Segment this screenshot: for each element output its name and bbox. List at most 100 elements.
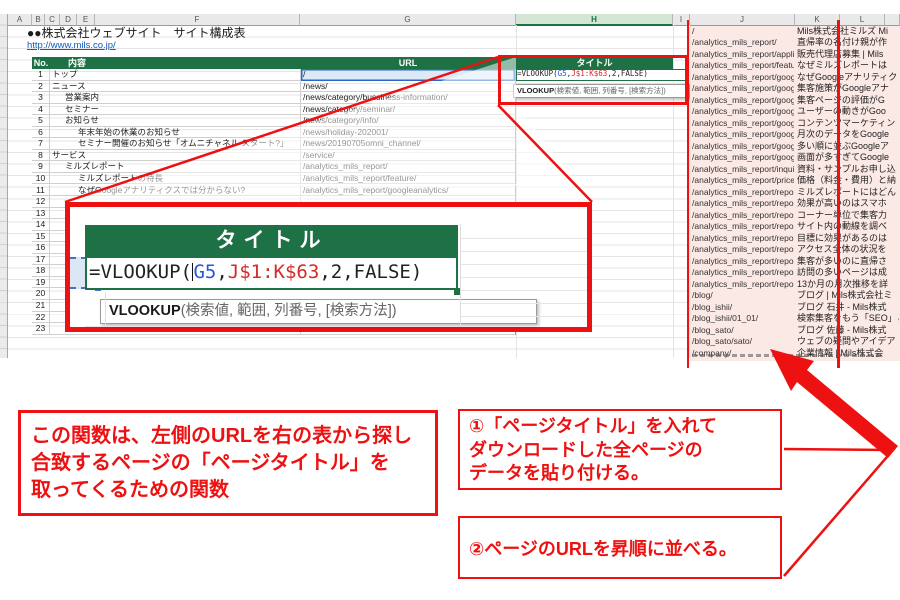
cell-no[interactable]: 18 xyxy=(32,265,50,277)
cell-content[interactable]: トップ xyxy=(50,69,300,81)
lookup-title-cell[interactable]: ブログ 石井 - Mils株式 xyxy=(797,302,899,314)
cell-no[interactable]: 13 xyxy=(32,208,50,220)
cell-no[interactable]: 17 xyxy=(32,254,50,266)
cell-content[interactable]: サービス xyxy=(50,150,300,162)
cell-no[interactable]: 10 xyxy=(32,173,50,185)
lookup-title-cell[interactable]: 資料・サンプルお申し込 xyxy=(797,164,899,176)
lookup-url-cell[interactable]: /analytics_mils_report/goog xyxy=(692,129,794,141)
cell-no[interactable]: 14 xyxy=(32,219,50,231)
lookup-title-cell[interactable]: 販売代理店募集 | Mils xyxy=(797,49,899,61)
lookup-url-cell[interactable]: /analytics_mils_report/repor xyxy=(692,267,794,279)
cell-no[interactable]: 3 xyxy=(32,92,50,104)
cell-url[interactable]: /analytics_mils_report/feature/ xyxy=(300,173,516,185)
lookup-title-cell[interactable]: 目標に効果があるのは xyxy=(797,233,899,245)
row-headers[interactable] xyxy=(0,14,8,358)
lookup-url-cell[interactable]: /blog/ xyxy=(692,290,794,302)
lookup-title-cell[interactable]: 多い順に並ぶGoogleア xyxy=(797,141,899,153)
lookup-url-cell[interactable]: /analytics_mils_report/goog xyxy=(692,95,794,107)
lookup-title-cell[interactable]: ミルズレポートにはどん xyxy=(797,187,899,199)
lookup-url-cell[interactable]: /analytics_mils_report/featu xyxy=(692,60,794,72)
cell-content[interactable]: ニュース xyxy=(50,81,300,93)
cell-no[interactable]: 5 xyxy=(32,115,50,127)
column-header-J[interactable]: J xyxy=(690,14,795,26)
column-header-partial[interactable] xyxy=(885,14,900,26)
cell-content[interactable]: ミルズレポート xyxy=(50,161,300,173)
lookup-url-cell[interactable]: /analytics_mils_report/repor xyxy=(692,221,794,233)
cell-no[interactable]: 6 xyxy=(32,127,50,139)
cell-content[interactable]: セミナー xyxy=(50,104,300,116)
cell-url[interactable]: / xyxy=(300,69,516,81)
cell-content[interactable]: セミナー開催のお知らせ「オムニチャネル スタート?」 xyxy=(50,138,300,150)
column-header-H[interactable]: H xyxy=(516,14,673,26)
lookup-title-cell[interactable]: ユーザーの動きがGoo xyxy=(797,106,899,118)
lookup-title-cell[interactable]: 13か月の月次推移を詳 xyxy=(797,279,899,291)
table-header[interactable]: No. 内容 URL xyxy=(32,57,516,69)
cell-no[interactable]: 9 xyxy=(32,161,50,173)
lookup-title-cell[interactable]: 集客ページの評価がG xyxy=(797,95,899,107)
lookup-url-cell[interactable]: /analytics_mils_report/repor xyxy=(692,210,794,222)
lookup-title-cell[interactable]: Mils株式会社ミルズ Mi xyxy=(797,26,899,38)
site-link[interactable]: http://www.mils.co.jp/ xyxy=(27,40,227,51)
cell-no[interactable]: 19 xyxy=(32,277,50,289)
lookup-url-cell[interactable]: /analytics_mils_report/goog xyxy=(692,106,794,118)
lookup-title-cell[interactable]: なぜGoogleアナリティク xyxy=(797,72,899,84)
cell-no[interactable]: 7 xyxy=(32,138,50,150)
lookup-url-cell[interactable]: /blog_sato/sato/ xyxy=(692,336,794,348)
lookup-url-cell[interactable]: /analytics_mils_report/appli xyxy=(692,49,794,61)
lookup-url-cell[interactable]: /analytics_mils_report/goog xyxy=(692,141,794,153)
column-header-L[interactable]: L xyxy=(840,14,885,26)
cell-no[interactable]: 11 xyxy=(32,185,50,197)
cell-url[interactable]: /analytics_mils_report/googleanalytics/ xyxy=(300,185,516,197)
cell-content[interactable]: 営業案内 xyxy=(50,92,300,104)
lookup-title-cell[interactable]: アクセス全体の状況を xyxy=(797,244,899,256)
cell-url[interactable]: /news/holiday-202001/ xyxy=(300,127,516,139)
lookup-title-cell[interactable]: サイト内の動線を調べ xyxy=(797,221,899,233)
cell-content[interactable]: なぜGoogleアナリティクスでは分からない? xyxy=(50,185,300,197)
lookup-title-cell[interactable]: 直帰率の名付け親が作 xyxy=(797,37,899,49)
lookup-url-cell[interactable]: /analytics_mils_report/goog xyxy=(692,72,794,84)
lookup-url-cell[interactable]: /blog_ishii/ xyxy=(692,302,794,314)
cell-content[interactable]: お知らせ xyxy=(50,115,300,127)
lookup-url-cell[interactable]: /analytics_mils_report/ xyxy=(692,37,794,49)
column-header-G[interactable]: G xyxy=(300,14,516,26)
lookup-url-cell[interactable]: /analytics_mils_report/price xyxy=(692,175,794,187)
cell-no[interactable]: 15 xyxy=(32,231,50,243)
lookup-url-cell[interactable]: /blog_ishii/01_01/ xyxy=(692,313,794,325)
cell-url[interactable]: /news/category/seminar/ xyxy=(300,104,516,116)
cell-url[interactable]: /news/20190705omni_channel/ xyxy=(300,138,516,150)
cell-content[interactable]: 年末年始の休業のお知らせ xyxy=(50,127,300,139)
lookup-url-cell[interactable]: /analytics_mils_report/repor xyxy=(692,233,794,245)
lookup-title-cell[interactable]: 集客施策がGoogleアナ xyxy=(797,83,899,95)
lookup-title-cell[interactable]: 月次のデータをGoogle xyxy=(797,129,899,141)
cell-no[interactable]: 1 xyxy=(32,69,50,81)
lookup-url-cell[interactable]: /blog_sato/ xyxy=(692,325,794,337)
cell-url[interactable]: /news/category/info/ xyxy=(300,115,516,127)
lookup-title-cell[interactable]: ブログ 佐藤 - Mils株式 xyxy=(797,325,899,337)
lookup-url-cell[interactable]: /analytics_mils_report/goog xyxy=(692,118,794,130)
lookup-url-cell[interactable]: /analytics_mils_report/repor xyxy=(692,279,794,291)
cell-url[interactable]: /news/ xyxy=(300,81,516,93)
lookup-url-cell[interactable]: /analytics_mils_report/goog xyxy=(692,83,794,95)
lookup-url-cell[interactable]: /analytics_mils_report/repor xyxy=(692,244,794,256)
lookup-url-cell[interactable]: / xyxy=(692,26,794,38)
lookup-title-cell[interactable]: 画面が多すぎてGoogle xyxy=(797,152,899,164)
lookup-title-cell[interactable]: 訪問の多いページは成 xyxy=(797,267,899,279)
lookup-url-cell[interactable]: /analytics_mils_report/repor xyxy=(692,198,794,210)
cell-content[interactable]: ミルズレポートの特長 xyxy=(50,173,300,185)
cell-url[interactable]: /news/category/bussiness-information/ xyxy=(300,92,516,104)
lookup-title-cell[interactable]: 効果が高いのはスマホ xyxy=(797,198,899,210)
lookup-url-cell[interactable]: /analytics_mils_report/repor xyxy=(692,187,794,199)
lookup-title-cell[interactable]: 検索集客をもう「SEO」と xyxy=(797,313,899,325)
lookup-title-cell[interactable]: 集客が多いのに直帰さ xyxy=(797,256,899,268)
column-header-K[interactable]: K xyxy=(795,14,840,26)
lookup-url-cell[interactable]: /analytics_mils_report/goog xyxy=(692,152,794,164)
lookup-url-cell[interactable]: /analytics_mils_report/repor xyxy=(692,256,794,268)
lookup-title-cell[interactable]: ブログ | Mils株式会社ミ xyxy=(797,290,899,302)
cell-no[interactable]: 8 xyxy=(32,150,50,162)
cell-no[interactable]: 22 xyxy=(32,312,50,324)
lookup-title-cell[interactable]: コンテンツマーケティン xyxy=(797,118,899,130)
lookup-url-cell[interactable]: /analytics_mils_report/inqui xyxy=(692,164,794,176)
lookup-title-cell[interactable]: ウェブの疑問やアイデア xyxy=(797,336,899,348)
cell-no[interactable]: 23 xyxy=(32,323,50,335)
cell-no[interactable]: 21 xyxy=(32,300,50,312)
